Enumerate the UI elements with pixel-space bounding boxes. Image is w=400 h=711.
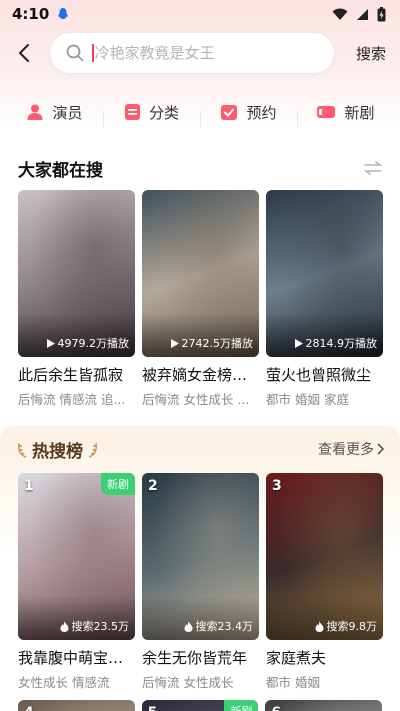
search-count-text: 搜索23.4万: [195, 620, 254, 633]
hot-search-header: 热搜榜 查看更多: [0, 434, 400, 464]
reserve-icon: [221, 105, 238, 120]
flame-icon: [315, 620, 323, 632]
new-badge: 新剧: [224, 700, 259, 711]
back-arrow-icon: [19, 44, 29, 62]
wifi-icon: [332, 8, 348, 20]
drama-title[interactable]: 此后余生皆孤寂: [18, 364, 135, 385]
drama-card[interactable]: 4979.2万播放 此后余生皆孤寂 后悔流 情感流 追...: [18, 190, 135, 408]
hot-next-row: 4 5 新剧 6: [0, 700, 400, 711]
category-label: 新剧: [344, 103, 375, 122]
search-icon: [66, 44, 84, 62]
search-count: 搜索9.8万: [315, 618, 378, 634]
refresh-swap-icon[interactable]: [364, 161, 382, 175]
rank-number: 3: [272, 478, 282, 494]
status-bar: 4:10: [0, 0, 400, 28]
rank-number: 1: [24, 478, 34, 494]
rank-number: 4: [24, 705, 34, 711]
rank-number: 2: [148, 478, 158, 494]
drama-tags: 后悔流 女性成长: [142, 675, 234, 690]
drama-title[interactable]: 余生无你皆荒年: [142, 647, 259, 668]
laurel-right-icon: [88, 442, 97, 458]
drama-title[interactable]: 我靠腹中萌宝，...: [18, 647, 135, 668]
poster-art: [265, 700, 383, 711]
battery-icon: [377, 6, 386, 21]
poster-image[interactable]: 4979.2万播放: [18, 190, 135, 357]
actor-icon: [27, 104, 43, 120]
flame-icon: [60, 620, 68, 632]
drama-title[interactable]: 被弃嫡女金榜题...: [142, 364, 259, 385]
rank-number: 6: [271, 705, 281, 711]
play-icon: [170, 338, 179, 348]
view-count: 2814.9万播放: [294, 335, 378, 351]
play-icon: [46, 338, 55, 348]
search-box[interactable]: [50, 33, 334, 73]
search-count-text: 搜索9.8万: [326, 620, 378, 633]
signal-icon: [357, 8, 368, 20]
category-actor[interactable]: 演员: [6, 102, 103, 123]
category-new-drama[interactable]: 新剧: [297, 102, 394, 127]
chevron-right-icon: [377, 443, 384, 455]
status-time: 4:10: [12, 5, 50, 23]
poster-image[interactable]: 4: [18, 700, 135, 711]
category-label: 分类: [148, 103, 179, 122]
category-label: 预约: [246, 103, 277, 122]
rank-number: 5: [148, 705, 158, 711]
category-genre[interactable]: 分类: [103, 102, 200, 127]
drama-card[interactable]: 2814.9万播放 萤火也曾照微尘 都市 婚姻 家庭: [266, 190, 383, 408]
popular-header: 大家都在搜: [0, 154, 400, 182]
poster-image[interactable]: 2814.9万播放: [266, 190, 383, 357]
view-count-text: 2814.9万播放: [305, 337, 378, 350]
hot-drama-card[interactable]: 3 搜索9.8万 家庭煮夫 都市 婚姻: [266, 473, 383, 691]
laurel-left-icon: [18, 442, 27, 458]
poster-image[interactable]: 2742.5万播放: [142, 190, 259, 357]
view-count: 2742.5万播放: [170, 335, 254, 351]
category-row: 演员 分类 预约 新剧: [0, 92, 400, 132]
hot-search-section: 热搜榜 查看更多 1 新剧 搜索23.5万 我靠腹中萌宝，... 女性成长 情感…: [0, 426, 400, 711]
drama-tags: 都市 婚姻: [266, 675, 320, 690]
hot-drama-card[interactable]: 2 搜索23.4万 余生无你皆荒年 后悔流 女性成长: [142, 473, 259, 691]
popular-grid: 4979.2万播放 此后余生皆孤寂 后悔流 情感流 追... 2742.5万播放…: [0, 190, 400, 408]
text-caret: [92, 44, 94, 62]
drama-tags: 女性成长 情感流: [18, 675, 110, 690]
search-button[interactable]: 搜索: [356, 43, 390, 64]
drama-tags: 后悔流 情感流 追...: [18, 392, 126, 407]
search-row: 搜索: [0, 30, 400, 76]
category-label: 演员: [52, 103, 83, 122]
drama-tags: 后悔流 女性成长 ...: [142, 392, 250, 407]
poster-image[interactable]: 2 搜索23.4万: [142, 473, 259, 640]
see-more-label: 查看更多: [318, 442, 374, 458]
poster-image[interactable]: 3 搜索9.8万: [266, 473, 383, 640]
back-button[interactable]: [12, 38, 36, 68]
new-drama-icon: [317, 106, 336, 118]
search-count-text: 搜索23.5万: [71, 620, 130, 633]
play-icon: [294, 338, 303, 348]
drama-title[interactable]: 萤火也曾照微尘: [266, 364, 383, 385]
flame-icon: [184, 620, 192, 632]
qq-icon: [58, 8, 69, 19]
view-count: 4979.2万播放: [46, 335, 130, 351]
poster-image[interactable]: 5 新剧: [141, 700, 259, 711]
view-count-text: 2742.5万播放: [181, 337, 254, 350]
category-icon: [124, 104, 140, 120]
hot-grid: 1 新剧 搜索23.5万 我靠腹中萌宝，... 女性成长 情感流 2 搜索23.…: [0, 473, 400, 691]
section-title: 大家都在搜: [18, 160, 103, 181]
drama-card[interactable]: 2742.5万播放 被弃嫡女金榜题... 后悔流 女性成长 ...: [142, 190, 259, 408]
view-count-text: 4979.2万播放: [57, 337, 130, 350]
drama-tags: 都市 婚姻 家庭: [266, 392, 349, 407]
drama-title[interactable]: 家庭煮夫: [266, 647, 383, 668]
hot-search-title: 热搜榜: [32, 441, 83, 462]
category-reserve[interactable]: 预约: [200, 102, 297, 127]
poster-image[interactable]: 6: [265, 700, 383, 711]
poster-image[interactable]: 1 新剧 搜索23.5万: [18, 473, 135, 640]
search-count: 搜索23.4万: [184, 618, 254, 634]
see-more-link[interactable]: 查看更多: [318, 439, 384, 459]
search-count: 搜索23.5万: [60, 618, 130, 634]
poster-art: [18, 700, 135, 711]
new-badge: 新剧: [101, 473, 135, 495]
search-input[interactable]: [94, 44, 315, 62]
hot-drama-card[interactable]: 1 新剧 搜索23.5万 我靠腹中萌宝，... 女性成长 情感流: [18, 473, 135, 691]
